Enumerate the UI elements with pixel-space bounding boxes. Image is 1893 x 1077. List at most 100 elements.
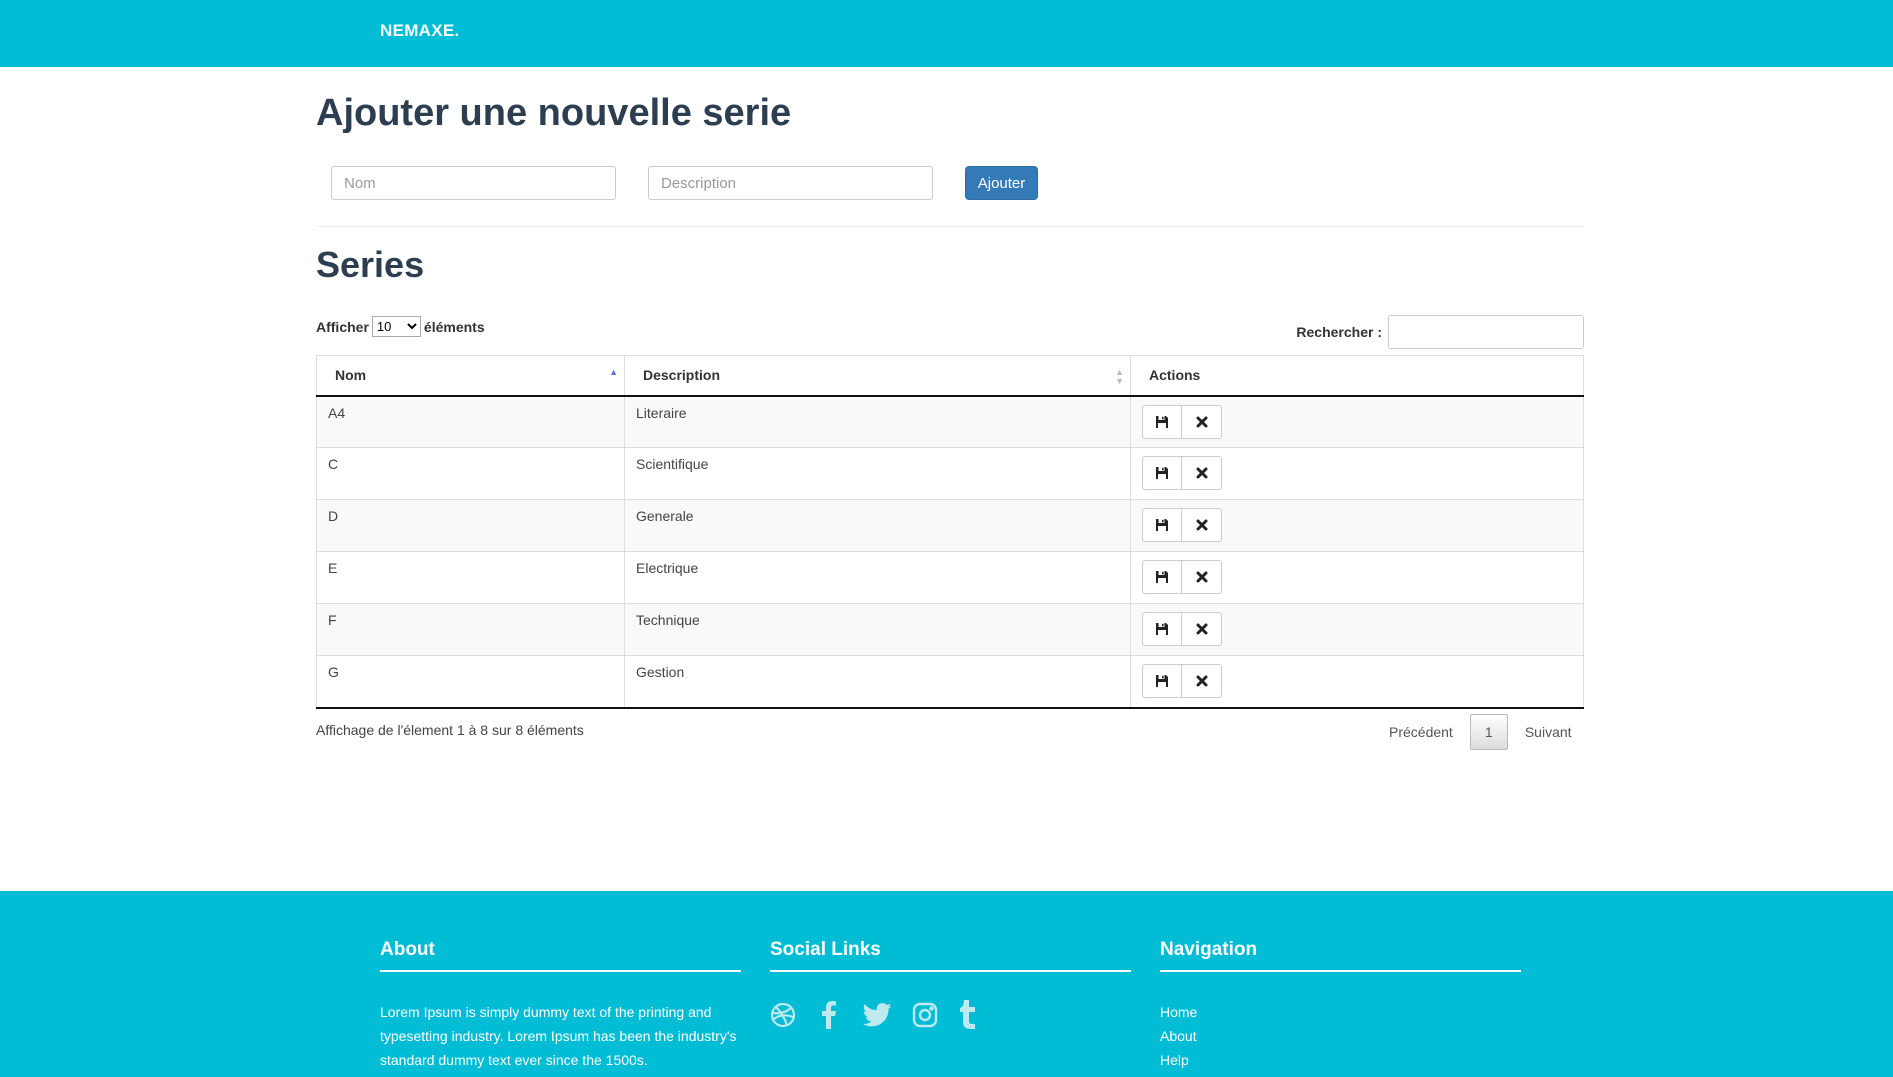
footer-about-title: About bbox=[380, 939, 741, 972]
table-search: Rechercher : bbox=[1296, 315, 1584, 349]
page-title: Ajouter une nouvelle serie bbox=[316, 92, 792, 134]
floppy-disk-icon bbox=[1156, 519, 1168, 531]
column-header-nom[interactable]: Nom ▲ bbox=[316, 355, 625, 397]
delete-button[interactable] bbox=[1182, 612, 1222, 646]
floppy-disk-icon bbox=[1156, 571, 1168, 583]
floppy-disk-icon bbox=[1156, 675, 1168, 687]
floppy-disk-icon bbox=[1156, 623, 1168, 635]
table-row: G Gestion bbox=[316, 655, 1584, 709]
floppy-disk-icon bbox=[1156, 415, 1168, 428]
table-row: C Scientifique bbox=[316, 447, 1584, 500]
divider bbox=[316, 226, 1584, 227]
search-input[interactable] bbox=[1388, 315, 1584, 349]
twitter-icon[interactable] bbox=[862, 1003, 892, 1027]
footer-nav-list: Home About Help bbox=[1160, 1000, 1521, 1072]
facebook-icon[interactable] bbox=[816, 1001, 842, 1029]
table-row: E Electrique bbox=[316, 551, 1584, 604]
cell-description: Gestion bbox=[624, 655, 1131, 709]
table-header-row: Nom ▲ Description ▲ ▼ Actions bbox=[316, 355, 1584, 397]
close-icon bbox=[1196, 467, 1207, 479]
name-input[interactable] bbox=[331, 166, 616, 200]
row-actions bbox=[1142, 612, 1222, 646]
next-page-button[interactable]: Suivant bbox=[1508, 724, 1589, 740]
cell-actions bbox=[1130, 395, 1584, 448]
top-navbar: NEMAXE. bbox=[0, 0, 1893, 67]
delete-button[interactable] bbox=[1182, 560, 1222, 594]
table-row: A4 Literaire bbox=[316, 395, 1584, 448]
column-header-label: Actions bbox=[1149, 367, 1201, 384]
footer-about: About Lorem Ipsum is simply dummy text o… bbox=[380, 939, 741, 1072]
length-suffix-label: éléments bbox=[423, 318, 485, 335]
row-actions bbox=[1142, 404, 1222, 439]
footer-social-title: Social Links bbox=[770, 939, 1131, 972]
close-icon bbox=[1196, 416, 1207, 427]
pagination: Précédent 1 Suivant bbox=[1372, 714, 1589, 750]
column-header-label: Nom bbox=[335, 367, 367, 384]
cell-description: Electrique bbox=[624, 551, 1131, 604]
section-title: Series bbox=[316, 244, 425, 285]
row-actions bbox=[1142, 456, 1222, 490]
add-button[interactable]: Ajouter bbox=[965, 166, 1038, 200]
brand-logo[interactable]: NEMAXE. bbox=[380, 21, 460, 41]
save-button[interactable] bbox=[1142, 560, 1182, 594]
cell-nom: G bbox=[316, 655, 625, 709]
delete-button[interactable] bbox=[1182, 508, 1222, 542]
page-length-select[interactable]: 10 bbox=[371, 316, 421, 337]
social-links bbox=[770, 1000, 1131, 1030]
close-icon bbox=[1196, 571, 1207, 583]
close-icon bbox=[1196, 623, 1207, 635]
search-label: Rechercher : bbox=[1296, 324, 1382, 340]
page-1-button[interactable]: 1 bbox=[1469, 714, 1508, 750]
close-icon bbox=[1196, 675, 1207, 687]
cell-nom: E bbox=[316, 551, 625, 604]
column-header-description[interactable]: Description ▲ ▼ bbox=[624, 355, 1131, 397]
footer-nav-about[interactable]: About bbox=[1160, 1024, 1521, 1048]
cell-actions bbox=[1130, 655, 1584, 709]
table-row: F Technique bbox=[316, 603, 1584, 656]
cell-actions bbox=[1130, 603, 1584, 656]
dribbble-icon[interactable] bbox=[770, 1002, 796, 1028]
row-actions bbox=[1142, 664, 1222, 698]
page-length-control: Afficher 10 éléments bbox=[316, 316, 485, 337]
length-prefix-label: Afficher bbox=[316, 318, 369, 335]
cell-actions bbox=[1130, 447, 1584, 500]
series-table: Nom ▲ Description ▲ ▼ Actions A4 Literair… bbox=[316, 355, 1584, 709]
table-row: D Generale bbox=[316, 499, 1584, 552]
floppy-disk-icon bbox=[1156, 467, 1168, 479]
cell-nom: D bbox=[316, 499, 625, 552]
save-button[interactable] bbox=[1142, 508, 1182, 542]
table-info: Affichage de l'élement 1 à 8 sur 8 éléme… bbox=[316, 722, 584, 738]
cell-actions bbox=[1130, 499, 1584, 552]
footer-navigation-title: Navigation bbox=[1160, 939, 1521, 972]
sort-ascending-icon: ▲ bbox=[609, 367, 618, 377]
description-input[interactable] bbox=[648, 166, 933, 200]
cell-description: Technique bbox=[624, 603, 1131, 656]
column-header-actions: Actions bbox=[1130, 355, 1584, 397]
delete-button[interactable] bbox=[1182, 456, 1222, 490]
delete-button[interactable] bbox=[1182, 404, 1222, 439]
column-header-label: Description bbox=[643, 367, 721, 384]
save-button[interactable] bbox=[1142, 404, 1182, 439]
row-actions bbox=[1142, 508, 1222, 542]
row-actions bbox=[1142, 560, 1222, 594]
delete-button[interactable] bbox=[1182, 664, 1222, 698]
cell-nom: F bbox=[316, 603, 625, 656]
save-button[interactable] bbox=[1142, 664, 1182, 698]
footer: About Lorem Ipsum is simply dummy text o… bbox=[0, 891, 1893, 1077]
cell-nom: A4 bbox=[316, 395, 625, 448]
footer-social: Social Links bbox=[770, 939, 1131, 1030]
footer-navigation: Navigation Home About Help bbox=[1160, 939, 1521, 1072]
save-button[interactable] bbox=[1142, 612, 1182, 646]
cell-nom: C bbox=[316, 447, 625, 500]
cell-actions bbox=[1130, 551, 1584, 604]
footer-nav-help[interactable]: Help bbox=[1160, 1048, 1521, 1072]
footer-about-text: Lorem Ipsum is simply dummy text of the … bbox=[380, 1004, 737, 1068]
tumblr-icon[interactable] bbox=[958, 1000, 978, 1030]
instagram-icon[interactable] bbox=[912, 1002, 938, 1028]
sort-both-icon: ▲ ▼ bbox=[1115, 367, 1124, 386]
cell-description: Generale bbox=[624, 499, 1131, 552]
cell-description: Scientifique bbox=[624, 447, 1131, 500]
previous-page-button[interactable]: Précédent bbox=[1372, 724, 1470, 740]
footer-nav-home[interactable]: Home bbox=[1160, 1000, 1521, 1024]
save-button[interactable] bbox=[1142, 456, 1182, 490]
